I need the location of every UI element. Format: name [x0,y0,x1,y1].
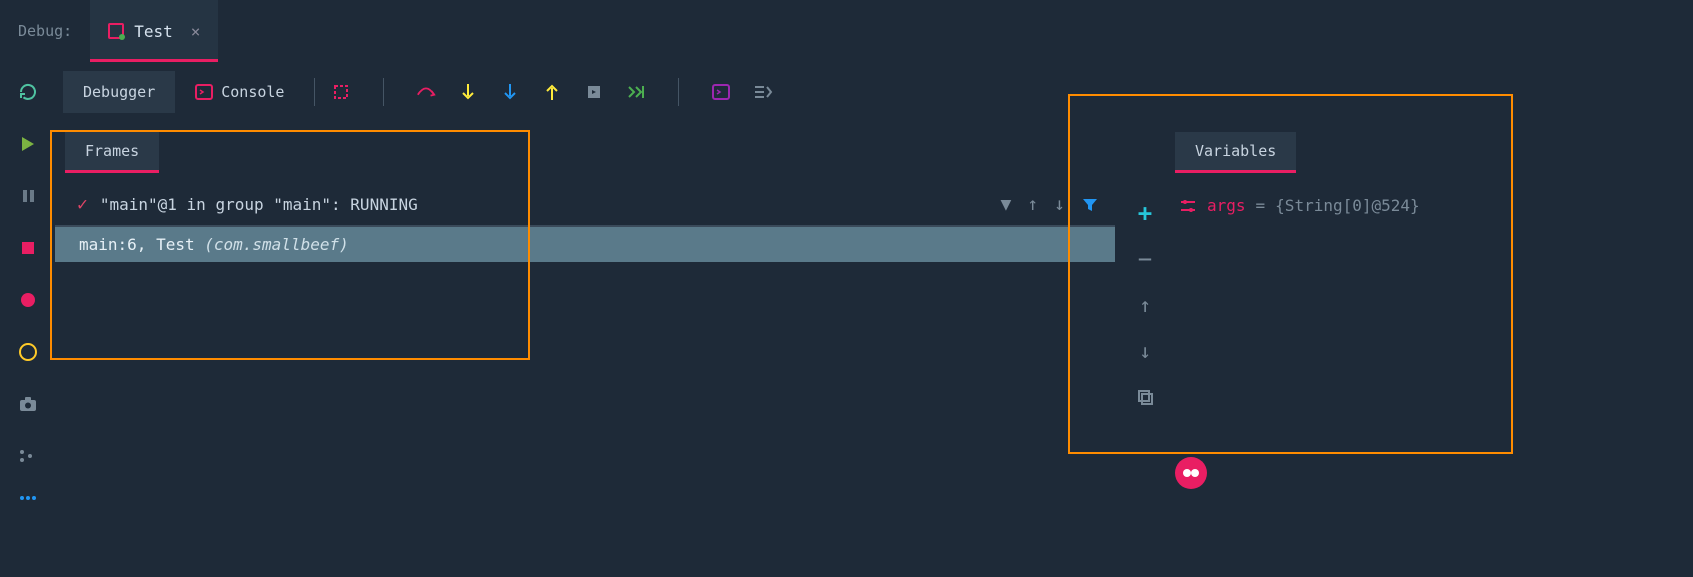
debug-body: Debugger Console [0,62,1693,577]
trace-current-stream-chain-button[interactable] [753,82,773,102]
new-watch-button[interactable]: + [1134,202,1156,224]
variables-panel: + − ↑ ↓ Variables [1115,122,1693,577]
frames-tab-underline [65,170,159,173]
force-step-into-button[interactable] [500,82,520,102]
view-breakpoints-button[interactable] [16,288,40,312]
stack-frame-text: main:6, Test [79,235,204,254]
tab-debugger[interactable]: Debugger [63,71,175,113]
thread-prev-icon[interactable]: ↑ [1027,194,1038,215]
variables-icon-column: + − ↑ ↓ [1115,132,1175,577]
console-icon [195,84,213,100]
step-out-button[interactable] [542,82,562,102]
drop-frame-button[interactable] [584,82,604,102]
filter-icon[interactable] [1081,196,1099,214]
step-tool-group [331,78,773,106]
frames-tab-label: Frames [85,142,139,160]
variable-equals: = [1256,196,1266,215]
more-actions-button[interactable] [16,486,40,510]
tab-debugger-label: Debugger [83,83,155,101]
run-to-cursor-button[interactable] [626,82,646,102]
resume-button[interactable] [16,132,40,156]
thread-selector-row: ✓ "main"@1 in group "main": RUNNING ▼ ↑ … [55,170,1115,227]
variable-name: args [1207,196,1246,215]
toolbar-separator [314,78,315,106]
thread-dropdown-icon[interactable]: ▼ [1000,194,1011,215]
frames-tab[interactable]: Frames [65,132,159,170]
duplicate-watch-button[interactable] [1134,386,1156,408]
variables-tab[interactable]: Variables [1175,132,1296,170]
debug-label: Debug: [0,0,90,62]
close-icon[interactable]: × [191,22,201,41]
thread-next-icon[interactable]: ↓ [1054,194,1065,215]
settings-more-button[interactable] [16,444,40,468]
show-execution-point-button[interactable] [331,82,351,102]
move-watch-up-button[interactable]: ↑ [1134,294,1156,316]
tab-console-label: Console [221,83,284,101]
remove-watch-button[interactable]: − [1134,248,1156,270]
show-watches-badge[interactable] [1175,457,1207,489]
stack-frame-package: (com.smallbeef) [204,235,349,254]
toolbar-separator [678,78,679,106]
variables-tab-underline [1175,170,1296,173]
variable-type-icon [1179,198,1197,214]
rerun-button[interactable] [16,80,40,104]
camera-button[interactable] [16,392,40,416]
variable-value: {String[0]@524} [1275,196,1420,215]
debug-left-gutter [0,62,55,577]
step-over-button[interactable] [416,82,436,102]
thread-status-text: "main"@1 in group "main": RUNNING [100,195,1001,214]
evaluate-expression-button[interactable] [711,82,731,102]
run-config-icon [108,23,124,39]
debug-tab-test[interactable]: Test × [90,0,218,62]
stop-button[interactable] [16,236,40,260]
debug-tab-text: Test [134,22,173,41]
debug-toolbar: Debugger Console [55,62,1693,122]
mute-breakpoints-button[interactable] [16,340,40,364]
variables-tab-label: Variables [1195,142,1276,160]
frames-panel: Frames ✓ "main"@1 in group "main": RUNNI… [55,122,1115,577]
debug-panels: Frames ✓ "main"@1 in group "main": RUNNI… [55,122,1693,577]
pause-button[interactable] [16,184,40,208]
stack-frame-row[interactable]: main:6, Test (com.smallbeef) [55,227,1115,262]
debug-main: Debugger Console [55,62,1693,577]
move-watch-down-button[interactable]: ↓ [1134,340,1156,362]
thread-controls: ▼ ↑ ↓ [1000,194,1099,215]
variable-row[interactable]: args = {String[0]@524} [1175,170,1693,215]
step-into-button[interactable] [458,82,478,102]
toolbar-separator [383,78,384,106]
tab-console[interactable]: Console [175,71,304,113]
debug-tabbar: Debug: Test × [0,0,1693,62]
check-icon: ✓ [77,194,88,215]
